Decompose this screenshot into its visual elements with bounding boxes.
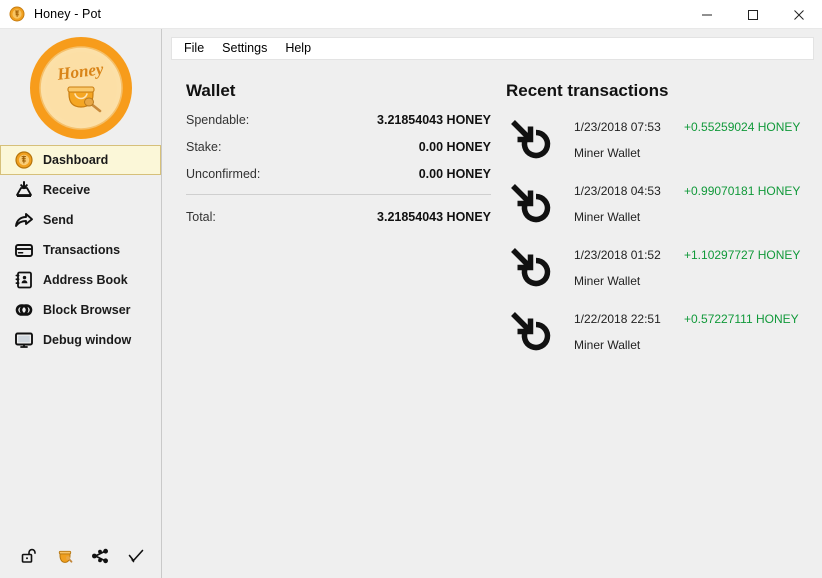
honey-pot-icon[interactable] [54,545,76,567]
curved-arrow-icon [13,209,35,231]
transactions-panel: Recent transactions 1/23/2018 07:53 +0.5… [506,81,806,369]
unlocked-padlock-icon[interactable] [18,545,40,567]
credit-card-icon [13,239,35,261]
transaction-label: Miner Wallet [574,146,806,160]
inbox-tray-icon [13,179,35,201]
menu-help[interactable]: Help [276,38,320,59]
wallet-panel: Wallet Spendable: 3.21854043 HONEY Stake… [186,81,491,237]
transaction-amount: +0.55259024 HONEY [684,120,800,134]
wallet-label: Unconfirmed: [186,167,260,181]
transaction-body: 1/23/2018 07:53 +0.55259024 HONEY Miner … [574,113,806,160]
transaction-date: 1/22/2018 22:51 [574,312,684,326]
checkmark-icon[interactable] [125,545,147,567]
network-nodes-icon[interactable] [90,545,112,567]
table-row[interactable]: 1/22/2018 22:51 +0.57227111 HONEY Miner … [506,305,806,369]
menu-settings[interactable]: Settings [213,38,276,59]
wallet-value: 0.00 HONEY [419,140,491,154]
wallet-divider [186,194,491,195]
menu-file[interactable]: File [175,38,213,59]
transaction-body: 1/23/2018 04:53 +0.99070181 HONEY Miner … [574,177,806,224]
title-bar: Honey - Pot [0,0,822,29]
transaction-date: 1/23/2018 01:52 [574,248,684,262]
wallet-row-spendable: Spendable: 3.21854043 HONEY [186,113,491,127]
menu-bar: File Settings Help [171,37,814,60]
sidebar-item-label: Send [43,213,74,227]
wallet-label: Spendable: [186,113,249,127]
honey-coin-icon [9,6,25,22]
sidebar-item-label: Debug window [43,333,131,347]
sidebar-item-dashboard[interactable]: Dashboard [0,145,161,175]
transaction-amount: +0.57227111 HONEY [684,312,799,326]
table-row[interactable]: 1/23/2018 07:53 +0.55259024 HONEY Miner … [506,113,806,177]
app-window: Honey - Pot Honey [0,0,822,578]
wallet-value: 0.00 HONEY [419,167,491,181]
mined-arrow-icon [506,116,554,164]
wallet-value: 3.21854043 HONEY [377,113,491,127]
transaction-label: Miner Wallet [574,210,806,224]
transaction-label: Miner Wallet [574,274,806,288]
honey-pot-coin-logo: Honey [27,34,135,142]
transaction-amount: +1.10297727 HONEY [684,248,800,262]
sidebar-item-label: Block Browser [43,303,131,317]
transactions-title: Recent transactions [506,81,806,101]
mined-arrow-icon [506,308,554,356]
main-content: Wallet Spendable: 3.21854043 HONEY Stake… [163,60,822,578]
sidebar-item-block-browser[interactable]: Block Browser [0,295,161,325]
sidebar-item-label: Address Book [43,273,128,287]
sidebar-item-debug-window[interactable]: Debug window [0,325,161,355]
window-title: Honey - Pot [34,7,101,21]
chain-links-icon [13,299,35,321]
mined-arrow-icon [506,244,554,292]
sidebar-item-send[interactable]: Send [0,205,161,235]
window-controls [684,0,822,29]
sidebar-nav: Dashboard Receive Send [0,145,161,355]
sidebar-item-label: Transactions [43,243,120,257]
table-row[interactable]: 1/23/2018 01:52 +1.10297727 HONEY Miner … [506,241,806,305]
close-button[interactable] [776,0,822,29]
transaction-body: 1/23/2018 01:52 +1.10297727 HONEY Miner … [574,241,806,288]
address-book-icon [13,269,35,291]
wallet-total-label: Total: [186,210,216,224]
minimize-button[interactable] [684,0,730,29]
transaction-body: 1/22/2018 22:51 +0.57227111 HONEY Miner … [574,305,806,352]
sidebar-item-label: Receive [43,183,90,197]
transaction-amount: +0.99070181 HONEY [684,184,800,198]
app-logo: Honey [0,34,161,142]
sidebar-item-transactions[interactable]: Transactions [0,235,161,265]
sidebar-item-receive[interactable]: Receive [0,175,161,205]
wallet-row-unconfirmed: Unconfirmed: 0.00 HONEY [186,167,491,181]
sidebar-item-label: Dashboard [43,153,108,167]
maximize-button[interactable] [730,0,776,29]
mined-arrow-icon [506,180,554,228]
table-row[interactable]: 1/23/2018 04:53 +0.99070181 HONEY Miner … [506,177,806,241]
status-bar [0,534,161,578]
wallet-total-value: 3.21854043 HONEY [377,210,491,224]
wallet-label: Stake: [186,140,221,154]
coin-icon [13,149,35,171]
wallet-row-total: Total: 3.21854043 HONEY [186,210,491,224]
sidebar-item-address-book[interactable]: Address Book [0,265,161,295]
wallet-row-stake: Stake: 0.00 HONEY [186,140,491,154]
transaction-label: Miner Wallet [574,338,806,352]
wallet-title: Wallet [186,81,491,101]
monitor-icon [13,329,35,351]
transaction-date: 1/23/2018 04:53 [574,184,684,198]
transaction-date: 1/23/2018 07:53 [574,120,684,134]
sidebar: Honey Dashboard [0,29,162,578]
